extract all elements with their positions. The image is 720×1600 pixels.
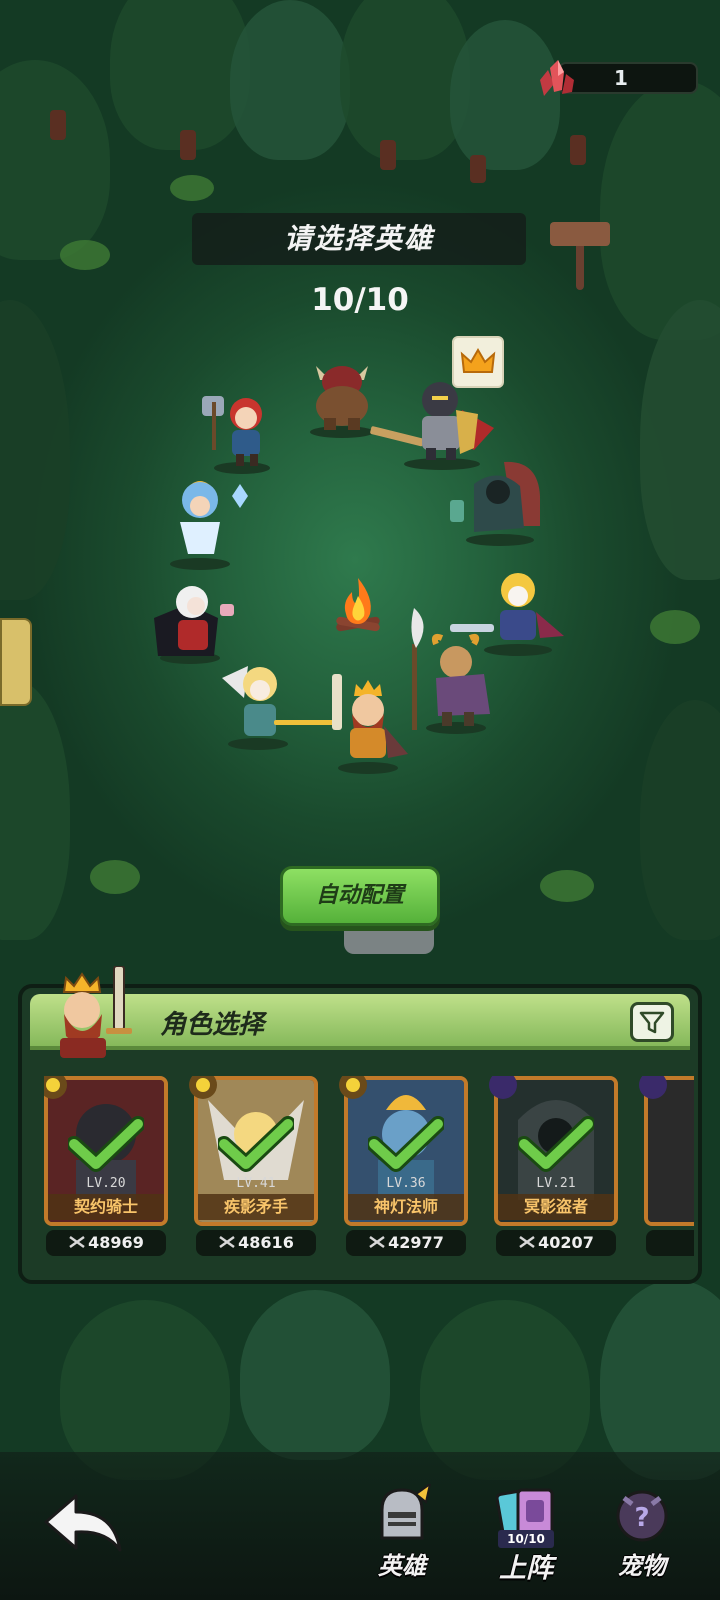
hero-axe-girl[interactable] — [196, 388, 288, 474]
hero-name: 神灯法师 — [348, 1194, 464, 1220]
hero-name: 疾影矛手 — [198, 1194, 314, 1220]
hero-card[interactable]: LV.21 冥影盗者 40207 — [489, 1076, 618, 1256]
nav-tab-pets[interactable]: ? 宠物 — [592, 1480, 692, 1590]
page-title: 请选择英雄 — [192, 213, 526, 265]
checkmark-icon — [518, 1116, 594, 1172]
side-menu-tab[interactable] — [0, 618, 32, 706]
hero-roster-panel: 角色选择 LV.20 契约骑士 48969 LV.41 疾影矛手 48616 L… — [18, 966, 702, 1284]
back-arrow-icon — [44, 1494, 122, 1552]
hero-level: LV.36 — [386, 1176, 426, 1191]
crossed-swords-icon — [519, 1235, 535, 1249]
campfire-icon — [336, 578, 380, 632]
hero-level: LV.41 — [236, 1176, 276, 1191]
roster-panel-header: 角色选择 — [30, 966, 690, 1058]
hero-name: 契约骑士 — [48, 1194, 164, 1220]
power-value: 42977 — [388, 1233, 444, 1252]
hero-shadow-thief[interactable] — [444, 456, 548, 546]
hero-name: 冥影盗者 — [498, 1194, 614, 1220]
back-button[interactable] — [40, 1488, 128, 1560]
hero-goat-warrior[interactable] — [392, 604, 496, 736]
hero-power: 42977 — [346, 1230, 466, 1256]
crystal-resource[interactable]: 1 — [536, 58, 700, 96]
auto-config-button[interactable]: 自动配置 — [280, 866, 440, 926]
hero-card-list[interactable]: LV.20 契约骑士 48969 LV.41 疾影矛手 48616 LV.36 … — [44, 1076, 694, 1266]
nav-label: 宠物 — [618, 1552, 666, 1580]
campfire — [330, 576, 386, 636]
crossed-swords-icon — [219, 1235, 235, 1249]
crossed-swords-icon — [69, 1235, 85, 1249]
hero-card[interactable]: LV.20 契约骑士 48969 — [44, 1076, 168, 1256]
hero-card[interactable]: LV.41 疾影矛手 48616 — [189, 1076, 318, 1256]
selection-counter: 10/10 — [311, 282, 409, 318]
card-frame: LV.41 疾影矛手 — [194, 1076, 318, 1226]
power-value: 40207 — [538, 1233, 594, 1252]
crossed-swords-icon — [369, 1235, 385, 1249]
dwarf-king-portrait-icon — [60, 966, 132, 1058]
hero-vampire[interactable] — [148, 578, 244, 664]
hero-lamp-mage[interactable] — [154, 470, 254, 570]
hero-portrait — [648, 1080, 694, 1222]
crystal-count: 1 — [614, 66, 628, 90]
checkmark-icon — [368, 1116, 444, 1172]
hero-power: 48616 — [196, 1230, 316, 1256]
hero-card[interactable]: LV.36 神灯法师 42977 — [339, 1076, 468, 1256]
filter-button[interactable] — [630, 1002, 674, 1042]
hero-card[interactable] — [639, 1076, 694, 1256]
nav-tab-heroes[interactable]: 英雄 — [352, 1480, 452, 1590]
svg-text:?: ? — [634, 1503, 649, 1533]
hero-level: LV.21 — [536, 1176, 576, 1191]
checkmark-icon — [218, 1116, 294, 1172]
hero-power — [646, 1230, 694, 1256]
pet-egg-icon: ? — [616, 1490, 668, 1542]
hero-contract-knight[interactable] — [366, 370, 500, 470]
card-frame: LV.20 契约骑士 — [44, 1076, 168, 1226]
checkmark-icon — [68, 1116, 144, 1172]
knight-helmet-icon — [380, 1484, 432, 1540]
red-crystal-icon — [540, 60, 574, 96]
roster-title: 角色选择 — [160, 1010, 265, 1040]
card-frame: LV.36 神灯法师 — [344, 1076, 468, 1226]
power-value: 48616 — [238, 1233, 294, 1252]
nav-label: 英雄 — [378, 1552, 426, 1580]
filter-icon — [639, 1011, 665, 1034]
card-frame: LV.21 冥影盗者 — [494, 1076, 618, 1226]
nav-label: 上阵 — [499, 1553, 553, 1584]
nav-tab-deploy[interactable]: 10/10 上阵 — [476, 1480, 576, 1590]
power-value: 48969 — [88, 1233, 144, 1252]
hero-power: 48969 — [46, 1230, 166, 1256]
hero-power: 40207 — [496, 1230, 616, 1256]
hero-level: LV.20 — [86, 1176, 126, 1191]
